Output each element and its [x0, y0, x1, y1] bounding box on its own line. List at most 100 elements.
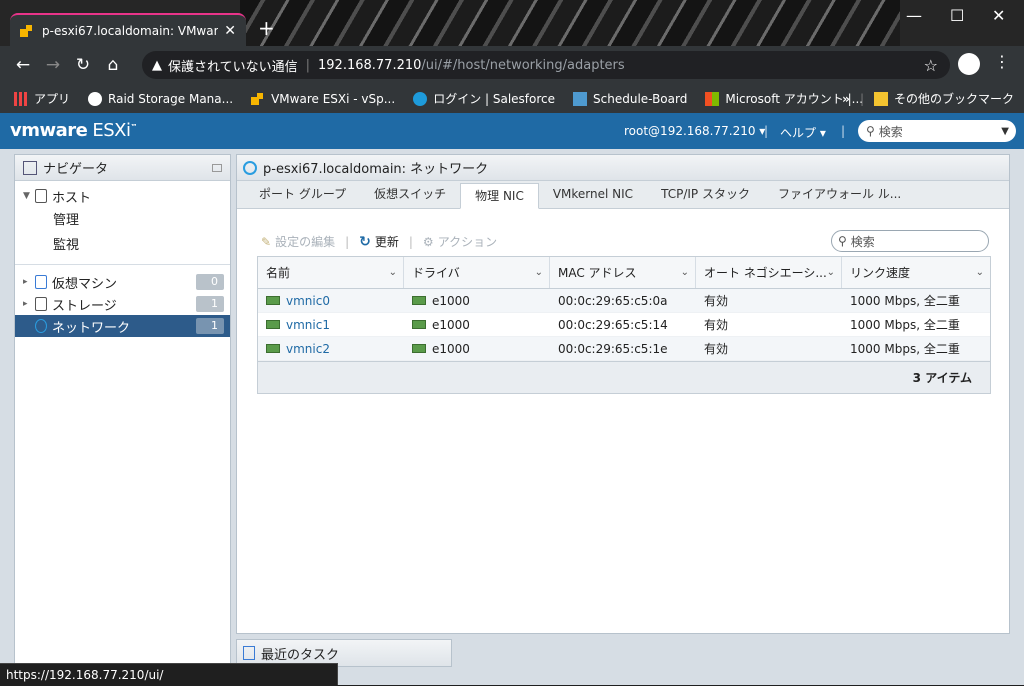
refresh-button[interactable]: ↻ 更新: [359, 233, 399, 250]
bookmark-schedule[interactable]: Schedule-Board: [573, 91, 687, 106]
navigator-panel: ナビゲータ ▼ ホスト 管理 監視 ▸ 仮想マシン 0 ▸ ストレージ 1 ネッ…: [14, 154, 231, 678]
column-header-name[interactable]: 名前 ⌄: [258, 257, 404, 288]
collapse-icon[interactable]: [212, 163, 222, 172]
mac-cell: 00:0c:29:65:c5:14: [558, 317, 668, 332]
new-tab-icon[interactable]: +: [258, 18, 275, 38]
back-icon[interactable]: ←: [8, 55, 38, 75]
bookmark-star-icon[interactable]: ☆: [924, 56, 938, 75]
nic-name-link[interactable]: vmnic0: [286, 294, 330, 308]
reload-icon[interactable]: ↻: [68, 55, 98, 75]
edit-settings-button[interactable]: ✎ 設定の編集: [261, 233, 335, 250]
actions-button[interactable]: ⚙ アクション: [423, 233, 497, 250]
bookmark-vmware[interactable]: VMware ESXi - vSp...: [251, 92, 395, 106]
other-bookmarks[interactable]: その他のブックマーク: [894, 90, 1014, 107]
browser-menu-icon[interactable]: ⋮: [994, 52, 1010, 71]
link-speed-cell: 1000 Mbps, 全二重: [850, 342, 960, 356]
search-icon: ⚲: [838, 234, 847, 248]
nav-label: 監視: [53, 237, 80, 253]
storage-icon: [35, 297, 47, 311]
nav-storage[interactable]: ▸ ストレージ 1: [15, 293, 230, 315]
header-search-input[interactable]: ⚲ 検索 ▼: [858, 120, 1016, 142]
nic-icon: [266, 296, 280, 305]
nic-icon: [412, 344, 426, 353]
nav-monitor[interactable]: 監視: [15, 232, 230, 254]
help-menu[interactable]: ヘルプ ▾: [780, 124, 826, 141]
navigator-title: ナビゲータ: [43, 162, 109, 177]
salesforce-icon: [413, 91, 428, 106]
mac-cell: 00:0c:29:65:c5:1e: [558, 341, 668, 356]
bookmark-label: ログイン | Salesforce: [433, 92, 556, 106]
chevron-down-icon: ⌄: [826, 267, 835, 278]
tab-port-groups[interactable]: ポート グループ: [245, 182, 360, 208]
tab-close-icon[interactable]: ✕: [224, 23, 236, 39]
column-header-driver[interactable]: ドライバ ⌄: [404, 257, 550, 288]
tab-firewall-rules[interactable]: ファイアウォール ル...: [764, 182, 915, 208]
profile-avatar[interactable]: [958, 53, 980, 75]
autoneg-cell: 有効: [704, 318, 729, 332]
bookmark-apps[interactable]: アプリ: [14, 90, 70, 107]
count-badge: 1: [196, 296, 224, 312]
nav-host[interactable]: ▼ ホスト: [15, 185, 230, 207]
address-bar[interactable]: ▲ 保護されていない通信 | 192.168.77.210/ui/#/host/…: [142, 51, 950, 79]
vmware-logo: vmware ESXi™: [10, 120, 137, 141]
header-divider: |: [764, 124, 769, 138]
browser-tab[interactable]: p-esxi67.localdomain: VMware ESXi ✕: [10, 13, 246, 46]
user-menu[interactable]: root@192.168.77.210 ▾: [624, 124, 765, 138]
url-path: /ui/#/host/networking/adapters: [421, 57, 625, 73]
tab-tcpip-stacks[interactable]: TCP/IP スタック: [647, 182, 764, 208]
table-row[interactable]: vmnic2 e1000 00:0c:29:65:c5:1e 有効 1000 M…: [258, 337, 990, 361]
tasks-icon: [243, 646, 255, 660]
network-icon: [243, 160, 257, 175]
column-header-link-speed[interactable]: リンク速度 ⌄: [842, 257, 990, 288]
nic-icon: [266, 320, 280, 329]
tab-vmkernel-nics[interactable]: VMkernel NIC: [539, 182, 647, 208]
tab-virtual-switches[interactable]: 仮想スイッチ: [360, 182, 460, 208]
nic-name-link[interactable]: vmnic1: [286, 318, 330, 332]
nav-label: 管理: [53, 212, 80, 228]
folder-icon: [873, 91, 888, 106]
item-count: 3 アイテム: [912, 371, 972, 385]
driver-cell: e1000: [432, 341, 470, 356]
nav-host-label: ホスト: [52, 190, 92, 206]
home-icon[interactable]: ⌂: [98, 55, 128, 75]
maximize-icon[interactable]: ☐: [950, 6, 964, 25]
chevron-down-icon: ⌄: [680, 267, 689, 278]
nic-name-link[interactable]: vmnic2: [286, 342, 330, 356]
bookmarks-overflow[interactable]: »: [842, 92, 850, 106]
column-header-autoneg[interactable]: オート ネゴシエーシ... ⌄: [696, 257, 842, 288]
nav-networking[interactable]: ネットワーク 1: [15, 315, 230, 337]
autoneg-cell: 有効: [704, 342, 729, 356]
expand-icon[interactable]: ▸: [23, 299, 35, 309]
action-toolbar: ✎ 設定の編集 | ↻ 更新 | ⚙ アクション: [261, 233, 507, 250]
table-row[interactable]: vmnic0 e1000 00:0c:29:65:c5:0a 有効 1000 M…: [258, 289, 990, 313]
nav-virtual-machines[interactable]: ▸ 仮想マシン 0: [15, 271, 230, 293]
grid-search-input[interactable]: ⚲ 検索: [831, 230, 989, 252]
bookmark-microsoft[interactable]: Microsoft アカウント |...: [705, 90, 863, 107]
chevron-down-icon: ⌄: [975, 267, 984, 278]
window-close-icon[interactable]: ✕: [992, 6, 1005, 25]
nic-icon: [412, 320, 426, 329]
expand-icon[interactable]: ▼: [23, 191, 35, 201]
bookmark-salesforce[interactable]: ログイン | Salesforce: [413, 90, 555, 107]
nav-divider: [15, 264, 230, 265]
minimize-icon[interactable]: —: [906, 6, 922, 25]
bookmarks-divider: |: [859, 91, 864, 106]
vm-icon: [35, 275, 47, 289]
chevron-down-icon: ⌄: [388, 267, 397, 278]
browser-status-url: https://192.168.77.210/ui/: [0, 663, 338, 685]
browser-titlebar: p-esxi67.localdomain: VMware ESXi ✕ + — …: [0, 0, 1024, 46]
recent-tasks-label: 最近のタスク: [261, 647, 340, 663]
nav-label: ストレージ: [52, 298, 117, 314]
raid-icon: [88, 91, 103, 106]
forward-icon[interactable]: →: [38, 55, 68, 75]
nav-manage[interactable]: 管理: [15, 207, 230, 229]
main-panel: p-esxi67.localdomain: ネットワーク ポート グループ 仮想…: [236, 154, 1010, 634]
column-header-mac[interactable]: MAC アドレス ⌄: [550, 257, 696, 288]
nav-label: 仮想マシン: [52, 276, 118, 292]
expand-icon[interactable]: ▸: [23, 277, 35, 287]
tab-physical-nics[interactable]: 物理 NIC: [460, 183, 539, 209]
table-row[interactable]: vmnic1 e1000 00:0c:29:65:c5:14 有効 1000 M…: [258, 313, 990, 337]
mac-cell: 00:0c:29:65:c5:0a: [558, 293, 668, 308]
bookmark-raid[interactable]: Raid Storage Mana...: [88, 91, 233, 106]
chevron-down-icon[interactable]: ▼: [1001, 126, 1009, 137]
